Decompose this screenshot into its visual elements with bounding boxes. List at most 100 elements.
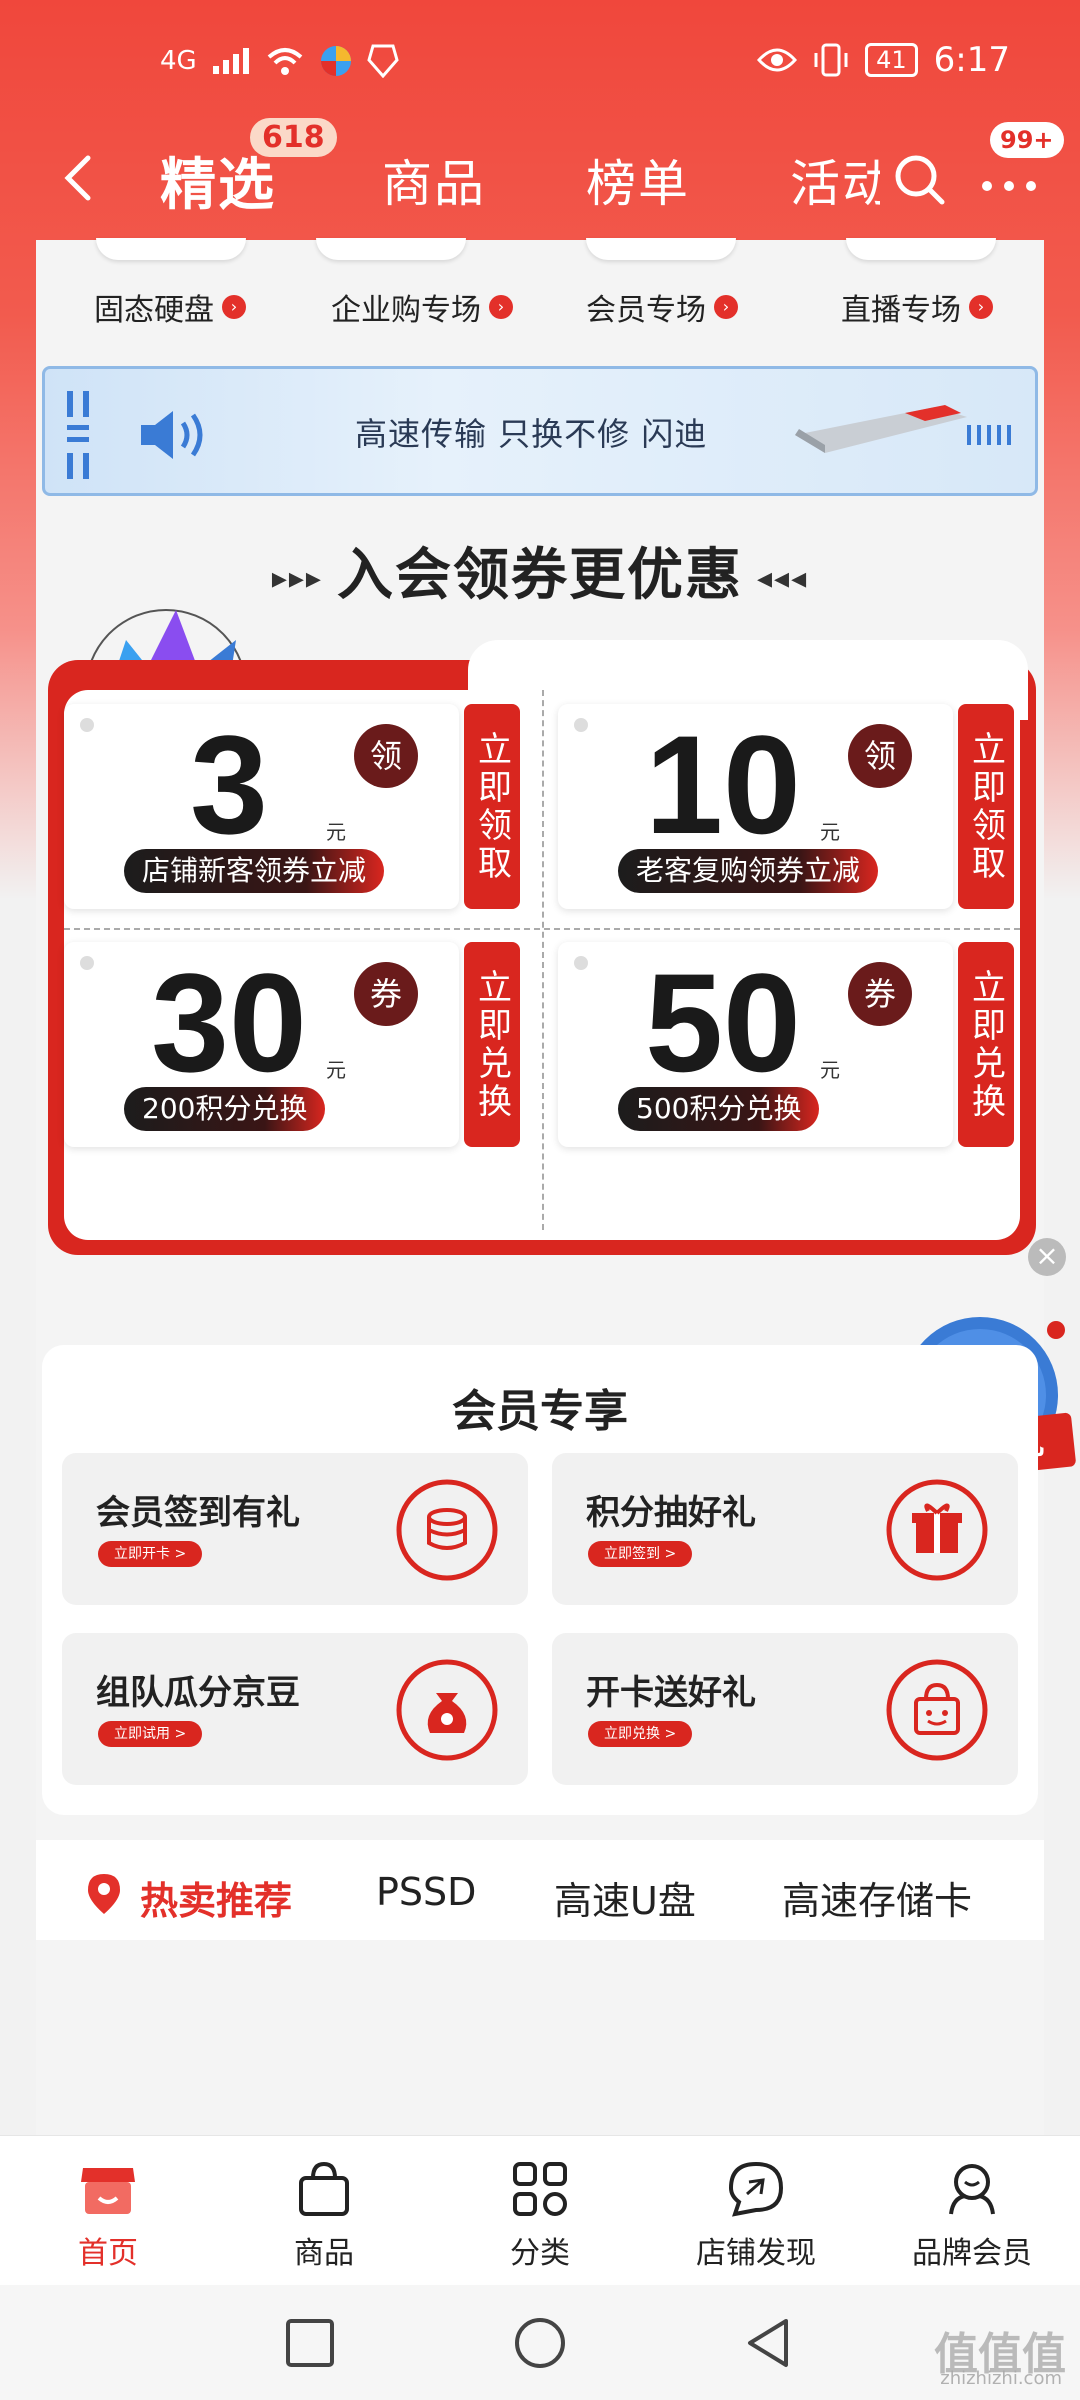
quick-link-ssd[interactable]: 固态硬盘 ›	[94, 285, 246, 329]
usb-drive-image	[795, 405, 967, 453]
battery-icon: 41	[865, 43, 918, 77]
redeem-button[interactable]: 立即兑换	[464, 942, 520, 1147]
member-checkin-gift[interactable]: 会员签到有礼 立即开卡 >	[62, 1453, 528, 1605]
member-icon	[949, 2164, 995, 2215]
tab-activities[interactable]: 活动	[790, 144, 880, 216]
nav-discover[interactable]: 店铺发现	[676, 2158, 836, 2272]
member-item-label: 会员签到有礼	[96, 1493, 300, 1533]
member-item-label: 积分抽好礼	[586, 1493, 756, 1533]
message-count-badge: 99+	[990, 122, 1064, 158]
coupon-30[interactable]: 30 元 200积分兑换 券 立即兑换	[64, 942, 524, 1147]
coupon-tag: 领	[354, 724, 418, 788]
top-nav: 精选 618 商品 榜单 活动 99+	[0, 118, 1080, 240]
banner-text: 高速传输 只换不修 闪迪	[355, 415, 708, 453]
app-color-icon	[320, 46, 351, 76]
claim-button[interactable]: 立即领取	[464, 704, 520, 909]
coupon-unit: 元	[820, 1058, 840, 1082]
location-pin-icon	[88, 1874, 120, 1914]
coupon-divider	[542, 690, 544, 1230]
member-points-lottery[interactable]: 积分抽好礼 立即签到 >	[552, 1453, 1018, 1605]
coupon-panel: 3 元 店铺新客领券立减 领 立即领取 10 元 老客复购领券立减 领 立即领取	[48, 640, 1036, 1255]
bottom-nav: 首页 商品 分类 店铺发现 品牌会员	[0, 2135, 1080, 2285]
tab-products[interactable]: 商品	[382, 144, 486, 216]
tab-pssd[interactable]: PSSD	[376, 1870, 476, 1914]
coupon-unit: 元	[326, 820, 346, 844]
coupon-title-text: 入会领券更优惠	[337, 543, 743, 608]
status-left: 4G	[160, 44, 399, 78]
coins-icon	[396, 1479, 498, 1581]
chevron-right-icon: ›	[969, 295, 993, 319]
quick-link-live[interactable]: 直播专场 ›	[841, 285, 993, 329]
home-circle-icon[interactable]	[512, 2315, 568, 2371]
coupon-3[interactable]: 3 元 店铺新客领券立减 领 立即领取	[64, 704, 524, 909]
member-item-button[interactable]: 立即兑换 >	[588, 1721, 693, 1747]
shop-home-icon	[81, 2168, 135, 2214]
quick-links: 固态硬盘 › 企业购专场 › 会员专场 › 直播专场 ›	[36, 238, 1044, 350]
tab-memory-card[interactable]: 高速存储卡	[782, 1870, 972, 1925]
bag-icon	[299, 2161, 349, 2216]
coupon-face: 3 元 店铺新客领券立减 领	[64, 704, 459, 909]
quick-tab-decor	[96, 238, 246, 260]
member-section-title: 会员专享	[452, 1386, 628, 1437]
coupon-face: 30 元 200积分兑换 券	[64, 942, 459, 1147]
coupon-description: 200积分兑换	[124, 1087, 326, 1131]
shopping-bag-icon	[886, 1659, 988, 1761]
coupon-face: 10 元 老客复购领券立减 领	[558, 704, 953, 909]
coupon-unit: 元	[820, 820, 840, 844]
gift-icon	[886, 1479, 988, 1581]
coupon-10[interactable]: 10 元 老客复购领券立减 领 立即领取	[558, 704, 1018, 909]
money-bag-icon	[396, 1659, 498, 1761]
member-item-button[interactable]: 立即试用 >	[98, 1721, 203, 1747]
coupon-description: 500积分兑换	[618, 1087, 820, 1131]
announcement-banner[interactable]: 高速传输 只换不修 闪迪	[42, 366, 1038, 496]
chevron-right-icon: ›	[222, 295, 246, 319]
nav-home[interactable]: 首页	[28, 2158, 188, 2272]
tab-usb-drive[interactable]: 高速U盘	[554, 1870, 696, 1925]
member-item-label: 组队瓜分京豆	[96, 1673, 300, 1713]
member-item-button[interactable]: 立即开卡 >	[98, 1541, 203, 1567]
wifi-icon	[267, 48, 303, 75]
coupon-50[interactable]: 50 元 500积分兑换 券 立即兑换	[558, 942, 1018, 1147]
status-right: 41 6:17	[757, 40, 1010, 80]
pause-bars-icon	[67, 391, 89, 479]
coupon-description: 老客复购领券立减	[618, 849, 879, 893]
nav-label: 首页	[78, 2236, 138, 2271]
nav-brand-member[interactable]: 品牌会员	[892, 2158, 1052, 2272]
chevron-right-icon: ›	[714, 295, 738, 319]
redeem-button[interactable]: 立即兑换	[958, 942, 1014, 1147]
system-nav-bar	[0, 2285, 1080, 2400]
member-benefits-card: 会员专享 会员签到有礼 立即开卡 > 积分抽好礼 立即签到 > 组队瓜分京豆 立…	[42, 1345, 1038, 1815]
member-item-button[interactable]: 立即签到 >	[588, 1541, 693, 1567]
coupon-tag: 券	[354, 962, 418, 1026]
clock: 6:17	[933, 40, 1010, 80]
recent-apps-icon[interactable]	[282, 2315, 338, 2371]
signal-icon: 4G	[160, 46, 197, 76]
quick-link-enterprise[interactable]: 企业购专场 ›	[331, 285, 513, 329]
quick-link-label: 企业购专场	[331, 293, 481, 328]
product-category-tabs: 热卖推荐 PSSD 高速U盘 高速存储卡	[36, 1840, 1044, 1940]
vibrate-icon	[814, 43, 848, 77]
more-icon[interactable]	[975, 150, 1045, 210]
nav-categories[interactable]: 分类	[460, 2158, 620, 2272]
search-icon[interactable]	[890, 150, 950, 210]
coupon-grid: 3 元 店铺新客领券立减 领 立即领取 10 元 老客复购领券立减 领 立即领取	[64, 690, 1020, 1240]
watermark-url: zhizhizhi.com	[940, 2368, 1062, 2389]
claim-button[interactable]: 立即领取	[958, 704, 1014, 909]
status-bar: 4G 41 6:17	[0, 0, 1080, 130]
tab-hot-recommend[interactable]: 热卖推荐	[140, 1870, 292, 1925]
hand-icon	[367, 44, 399, 78]
quick-link-label: 会员专场	[586, 293, 706, 328]
back-arrow-icon[interactable]	[50, 148, 110, 208]
coupon-tag: 领	[848, 724, 912, 788]
coupon-description: 店铺新客领券立减	[124, 849, 385, 893]
quick-link-label: 直播专场	[841, 293, 961, 328]
coupon-face: 50 元 500积分兑换 券	[558, 942, 953, 1147]
quick-link-member[interactable]: 会员专场 ›	[586, 285, 738, 329]
member-team-beans[interactable]: 组队瓜分京豆 立即试用 >	[62, 1633, 528, 1785]
quick-tab-decor	[316, 238, 466, 260]
nav-products[interactable]: 商品	[244, 2158, 404, 2272]
back-triangle-icon[interactable]	[740, 2315, 796, 2371]
close-icon[interactable]: ×	[1028, 1238, 1066, 1276]
member-card-gift[interactable]: 开卡送好礼 立即兑换 >	[552, 1633, 1018, 1785]
tab-rankings[interactable]: 榜单	[586, 144, 690, 216]
